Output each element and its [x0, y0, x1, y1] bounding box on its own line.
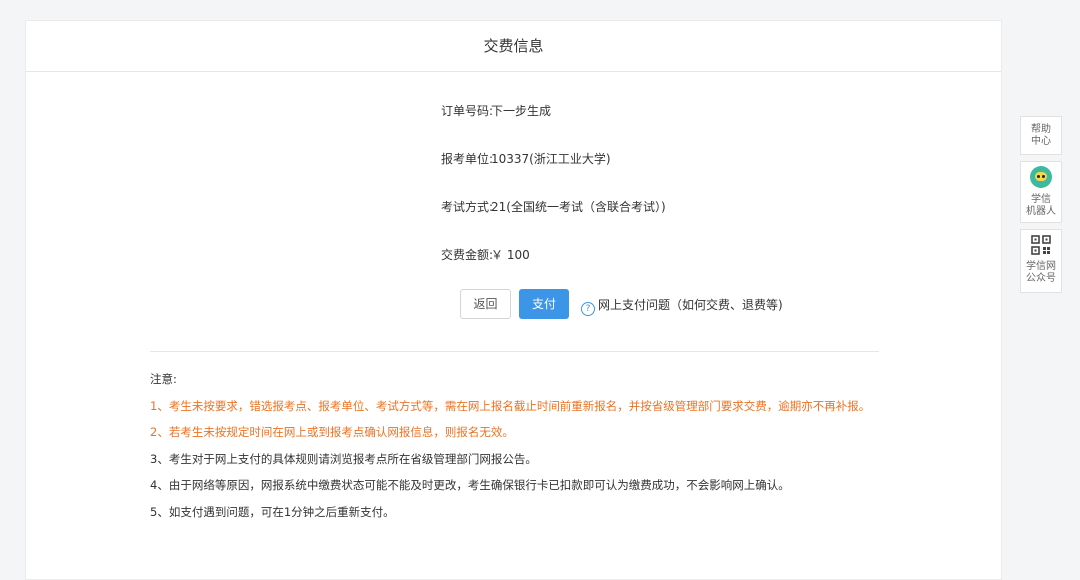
institution-value: 10337(浙江工业大学) — [491, 152, 611, 166]
official-account-label-1: 学信网 — [1026, 261, 1056, 272]
help-center-button[interactable]: 帮助 中心 — [1020, 116, 1062, 155]
fee-amount-label: 交费金额: — [440, 248, 493, 262]
order-number-value: 下一步生成 — [491, 104, 552, 118]
robot-label-2: 机器人 — [1026, 206, 1056, 217]
notes-title: 注意: — [150, 372, 177, 386]
order-number-label: 订单号码: — [440, 104, 493, 118]
note-item: 3、考生对于网上支付的具体规则请浏览报考点所在省级管理部门网报公告。 — [150, 451, 537, 466]
fee-amount-value: ￥ 100 — [491, 248, 530, 262]
official-account-button[interactable]: 学信网 公众号 — [1020, 229, 1062, 293]
note-item: 1、考生未按要求，错选报考点、报考单位、考试方式等，需在网上报名截止时间前重新报… — [150, 398, 871, 413]
institution-label: 报考单位: — [440, 152, 493, 166]
note-item: 2、若考生未按规定时间在网上或到报考点确认网报信息，则报名无效。 — [150, 425, 514, 439]
payment-info-card: 交费信息 订单号码: 下一步生成 报考单位: 10337(浙江工业大学) 考试方… — [25, 20, 1002, 580]
payment-help-label: 网上支付问题（如何交费、退费等) — [598, 298, 783, 312]
divider — [150, 351, 879, 352]
exam-mode-label: 考试方式: — [440, 200, 493, 214]
note-item: 5、如支付遇到问题，可在1分钟之后重新支付。 — [150, 504, 395, 519]
note-item: 4、由于网络等原因，网报系统中缴费状态可能不能及时更改，考生确保银行卡已扣款即可… — [150, 478, 790, 492]
question-icon: ? — [581, 302, 595, 316]
notes-section: 注意: 1、考生未按要求，错选报考点、报考单位、考试方式等，需在网上报名截止时间… — [150, 371, 870, 530]
robot-label-1: 学信 — [1031, 194, 1051, 205]
official-account-label-2: 公众号 — [1026, 273, 1056, 284]
help-center-label-1: 帮助 — [1031, 124, 1051, 135]
robot-icon — [1030, 166, 1052, 188]
pay-button[interactable]: 支付 — [519, 289, 569, 319]
chat-robot-button[interactable]: 学信 机器人 — [1020, 161, 1062, 223]
qr-code-icon — [1031, 235, 1051, 255]
back-button[interactable]: 返回 — [460, 289, 511, 319]
payment-help-link[interactable]: ? 网上支付问题（如何交费、退费等) — [581, 296, 783, 316]
page-title: 交费信息 — [26, 21, 1001, 72]
help-center-label-2: 中心 — [1031, 136, 1051, 147]
exam-mode-value: 21(全国统一考试（含联合考试）) — [491, 200, 666, 214]
